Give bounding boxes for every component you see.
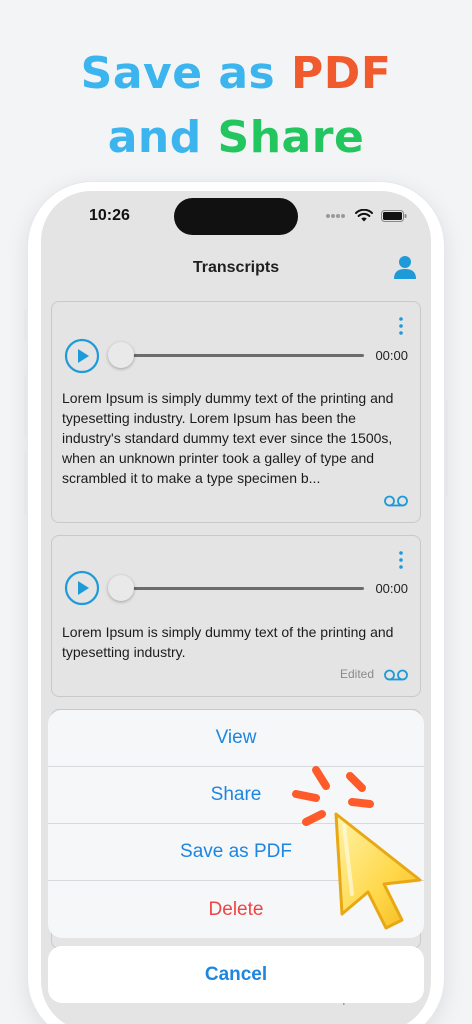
voicemail-icon[interactable] (384, 668, 408, 682)
transcript-text: Lorem Ipsum is simply dummy text of the … (62, 624, 394, 660)
battery-icon (381, 209, 407, 222)
headline-line-2: and Share (0, 112, 472, 163)
audio-progress-track[interactable] (122, 587, 364, 590)
headline-line-1: Save as PDF (0, 48, 472, 99)
dynamic-island (174, 198, 298, 235)
cancel-button[interactable]: Cancel (48, 946, 424, 1003)
play-icon[interactable] (64, 338, 100, 374)
audio-progress-track[interactable] (122, 354, 364, 357)
phone-power-button (444, 400, 448, 496)
status-icons (325, 209, 407, 222)
status-bar: 10:26 (41, 191, 431, 245)
more-options-icon[interactable] (398, 550, 404, 570)
audio-duration: 00:00 (375, 581, 408, 596)
nav-bar: Transcripts (41, 245, 431, 291)
phone-side-button (24, 310, 28, 340)
headline-share: Share (217, 112, 365, 163)
headline-and: and (107, 112, 218, 163)
audio-progress-thumb[interactable] (108, 342, 134, 368)
headline-save-as: Save as (80, 48, 292, 99)
wifi-icon (355, 209, 373, 222)
transcript-card[interactable]: 00:00 Lorem Ipsum is simply dummy text o… (51, 301, 421, 523)
phone-volume-down (24, 452, 28, 514)
transcript-card[interactable]: 00:00 Lorem Ipsum is simply dummy text o… (51, 535, 421, 697)
page-title: Transcripts (192, 259, 280, 276)
action-view-button[interactable]: View (48, 710, 424, 767)
edited-label: Edited (339, 667, 374, 681)
signal-icon (326, 213, 345, 218)
audio-progress-thumb[interactable] (108, 575, 134, 601)
transcript-text: Lorem Ipsum is simply dummy text of the … (62, 390, 394, 486)
more-options-icon[interactable] (398, 316, 404, 336)
pointer-cursor-icon (292, 766, 422, 930)
audio-duration: 00:00 (375, 348, 408, 363)
user-icon[interactable] (391, 253, 419, 281)
phone-volume-up (24, 375, 28, 437)
voicemail-icon[interactable] (384, 494, 408, 508)
play-icon[interactable] (64, 570, 100, 606)
status-time: 10:26 (89, 207, 130, 224)
headline-pdf: PDF (291, 48, 392, 99)
